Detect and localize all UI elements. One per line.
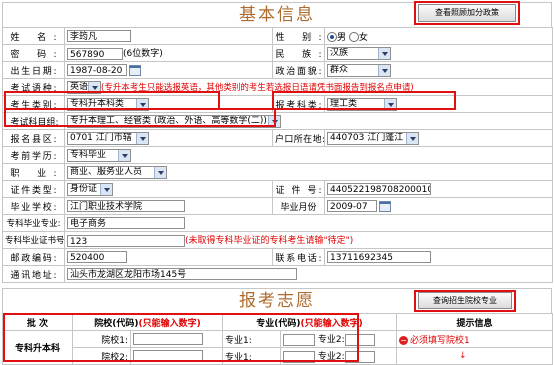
password-label: 密 码:: [10, 49, 57, 60]
row-id: 证件类型: 身份证 证 件 号: 440522198708200010: [2, 180, 553, 198]
row-password: 密 码: 567890 (6位数字) 民 族: 汉族: [2, 44, 553, 62]
birthdate-label: 出生日期:: [10, 66, 57, 77]
grad-month-label: 毕业月份: [280, 202, 317, 213]
hukou-label: 户口所在地:: [275, 134, 325, 145]
id-number-input[interactable]: 440522198708200010: [327, 183, 431, 195]
chevron-down-icon: [154, 166, 166, 178]
id-number-label: 证 件 号:: [275, 185, 322, 196]
chevron-down-icon: [136, 132, 148, 144]
major-label: 专科毕业专业:: [6, 219, 61, 229]
birthdate-input[interactable]: 1987-08-20: [67, 64, 127, 76]
ethnicity-value: 汉族: [330, 47, 349, 58]
scroll-down-arrow-icon: ↓: [459, 351, 467, 361]
postcode-label: 邮政编码:: [10, 253, 57, 264]
row-name: 姓 名: 李筠凡 性 别: 男 女: [2, 27, 553, 45]
chevron-down-icon: [100, 183, 112, 195]
chevron-down-icon: [406, 132, 418, 144]
row-school: 毕业学校: 江门职业技术学院 毕业月份 2009-07: [2, 197, 553, 215]
exam-category-highlight: [272, 91, 456, 110]
row-occupation: 职 业: 商业、服务业人员: [2, 163, 553, 181]
education-label: 考前学历:: [10, 151, 57, 162]
id-type-value: 身份证: [70, 183, 98, 194]
exam-district-value: 0701 江门市辖: [70, 132, 132, 143]
occupation-value: 商业、服务业人员: [70, 166, 143, 177]
row-address: 通讯地址: 汕头市龙湖区龙阳市场145号: [2, 265, 553, 283]
occupation-select[interactable]: 商业、服务业人员: [67, 165, 167, 179]
exam-district-label: 报名县区:: [10, 134, 57, 145]
password-hint: (6位数字): [123, 49, 163, 60]
education-select[interactable]: 专科毕业: [67, 148, 131, 162]
row-district: 报名县区: 0701 江门市辖 户口所在地: 440703 江门蓬江: [2, 129, 553, 147]
calendar-icon[interactable]: [129, 64, 141, 76]
password-input[interactable]: 567890: [67, 47, 123, 60]
ethnicity-select[interactable]: 汉族: [327, 46, 391, 60]
gender-female-radio[interactable]: [348, 32, 359, 42]
grad-month-input[interactable]: 2009-07: [327, 200, 377, 212]
row-cert: 专科毕业证书号 123 (未取得专科毕业证的专科考生请输"待定"): [2, 231, 553, 249]
education-value: 专科毕业: [70, 149, 107, 160]
address-label: 通讯地址:: [10, 270, 57, 281]
chevron-down-icon: [378, 47, 390, 59]
row-birthdate: 出生日期: 1987-08-20 政治面貌: 群众: [2, 61, 553, 79]
id-type-select[interactable]: 身份证: [67, 182, 113, 196]
political-value: 群众: [330, 64, 349, 75]
occupation-label: 职 业:: [10, 168, 57, 179]
cert-no-label: 专科毕业证书号: [5, 236, 65, 246]
warning-icon: −: [399, 335, 408, 345]
postcode-input[interactable]: 520400: [67, 251, 127, 263]
chevron-down-icon: [118, 149, 130, 161]
phone-label: 联系电话:: [275, 253, 322, 264]
exam-language-value: 英语: [70, 81, 89, 92]
gender-male-radio[interactable]: [327, 32, 337, 42]
row-major: 专科毕业专业: 电子商务: [2, 214, 553, 232]
ethnicity-label: 民 族:: [275, 49, 322, 60]
school-1-warning: 必须填写院校1: [410, 335, 470, 346]
school-label: 毕业学校:: [10, 202, 57, 213]
address-input[interactable]: 汕头市龙湖区龙阳市场145号: [67, 268, 297, 280]
application-fields-highlight: [3, 313, 359, 362]
row-postcode: 邮政编码: 520400 联系电话: 13711692345: [2, 248, 553, 266]
exam-district-select[interactable]: 0701 江门市辖: [67, 131, 149, 145]
chevron-down-icon: [378, 64, 390, 76]
political-select[interactable]: 群众: [327, 63, 391, 77]
phone-input[interactable]: 13711692345: [327, 251, 431, 263]
exam-subjects-highlight: [4, 108, 276, 127]
cert-no-note: (未取得专科毕业证的专科考生请输"待定"): [185, 236, 354, 247]
calendar-icon[interactable]: [379, 200, 391, 212]
gender-male-label: 男: [337, 32, 347, 43]
cert-no-input[interactable]: 123: [67, 234, 185, 247]
hukou-value: 440703 江门蓬江: [330, 132, 404, 143]
gender-label: 性 别:: [275, 32, 322, 43]
row-education: 考前学历: 专科毕业: [2, 146, 553, 164]
political-label: 政治面貌:: [275, 66, 322, 77]
hukou-select[interactable]: 440703 江门蓬江: [327, 131, 419, 145]
name-label: 姓 名:: [10, 32, 57, 43]
name-input[interactable]: 李筠凡: [67, 30, 131, 42]
id-type-label: 证件类型:: [10, 185, 57, 196]
policy-button-highlight: [414, 1, 520, 25]
school-input[interactable]: 江门职业技术学院: [67, 200, 185, 212]
basic-info-form: 姓 名: 李筠凡 性 别: 男 女 密 码: 567890 (6位数字) 民 族:…: [2, 27, 553, 283]
major-input[interactable]: 电子商务: [67, 217, 185, 229]
tips-header: 提示信息: [456, 318, 493, 329]
query-button-highlight: [414, 290, 516, 312]
gender-female-label: 女: [358, 32, 368, 43]
